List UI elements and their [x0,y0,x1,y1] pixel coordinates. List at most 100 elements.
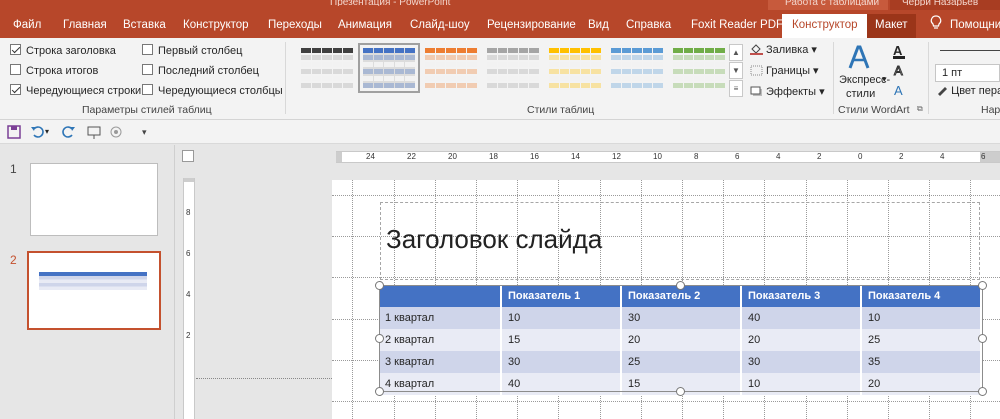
gallery-more-button[interactable]: ≡ [729,80,743,97]
borders-label: Границы [766,65,810,77]
table-style-swatch[interactable] [358,43,420,93]
customize-qat-icon[interactable]: ▾ [142,124,158,140]
table-cell[interactable]: 40 [741,307,862,329]
pen-icon [938,87,947,96]
table-header-cell[interactable]: Показатель 4 [861,285,982,307]
data-table[interactable]: Показатель 1 Показатель 2 Показатель 3 П… [379,285,982,395]
table-header-cell[interactable]: Показатель 3 [741,285,862,307]
tab-review[interactable]: Рецензирование [487,14,576,38]
borders-button[interactable]: Границы ▾ [750,62,819,80]
resize-handle[interactable] [676,281,685,290]
table-cell[interactable]: 20 [741,329,862,351]
resize-handle[interactable] [375,281,384,290]
ruler-tick-label: 16 [530,152,539,161]
ruler-tick-label: 20 [448,152,457,161]
ruler-tick-label: 8 [694,152,699,161]
table-header-cell[interactable]: Показатель 1 [501,285,622,307]
gallery-down-button[interactable]: ▼ [729,62,743,79]
effects-button[interactable]: Эффекты ▾ [750,83,825,101]
vertical-ruler[interactable]: 8 6 4 2 [183,178,195,419]
context-tab-title-fragment: Работа с таблицами [785,0,880,6]
table-cell[interactable]: 1 квартал [379,307,502,329]
text-outline-icon[interactable]: A [894,63,904,79]
table-cell[interactable]: 4 квартал [379,373,502,395]
tab-home[interactable]: Главная [63,14,107,38]
wordart-quick-styles-icon[interactable] [846,44,872,70]
banded-rows-checkbox[interactable]: Чередующиеся строки [10,83,141,99]
slide-number: 2 [10,253,17,267]
first-column-checkbox[interactable]: Первый столбец [142,43,242,59]
tab-insert[interactable]: Вставка [123,14,166,38]
text-fill-icon[interactable]: A [893,43,905,59]
checkbox-unchecked-icon [10,64,21,75]
table-cell[interactable]: 25 [861,329,982,351]
tab-table-design[interactable]: Конструктор [782,14,868,38]
table-cell[interactable]: 20 [621,329,742,351]
resize-handle[interactable] [676,387,685,396]
tab-stop-selector[interactable] [182,150,194,162]
slide-title[interactable]: Заголовок слайда [386,224,602,255]
table-style-swatch[interactable] [301,48,353,88]
tab-transitions[interactable]: Переходы [268,14,322,38]
table-cell[interactable]: 20 [861,373,982,395]
table-header-cell[interactable] [379,285,502,307]
tab-foxit-pdf[interactable]: Foxit Reader PDF [691,14,783,38]
table-cell[interactable]: 30 [621,307,742,329]
resize-handle[interactable] [978,387,987,396]
table-style-swatch[interactable] [487,48,539,88]
table-style-swatch[interactable] [425,48,477,88]
shading-button[interactable]: Заливка ▾ [750,41,817,59]
table-style-swatch[interactable] [673,48,725,88]
slide-thumbnail-1[interactable] [30,163,158,236]
start-from-beginning-icon[interactable] [86,124,102,140]
slide-thumbnail-2[interactable] [27,251,161,330]
table-cell[interactable]: 10 [501,307,622,329]
redo-icon[interactable] [60,124,76,140]
window-title-fragment: Презентация - PowerPoint [330,0,451,6]
table-style-swatch[interactable] [611,48,663,88]
table-cell[interactable]: 3 квартал [379,351,502,373]
banded-columns-checkbox[interactable]: Чередующиеся столбцы [142,83,283,99]
table-cell[interactable]: 10 [861,307,982,329]
text-effects-icon[interactable]: A [894,83,903,98]
last-column-checkbox[interactable]: Последний столбец [142,63,259,79]
tab-table-layout[interactable]: Макет [867,14,916,38]
table-cell[interactable]: 10 [741,373,862,395]
total-row-checkbox[interactable]: Строка итогов [10,63,98,79]
pen-color-button[interactable]: Цвет пера [936,84,1000,97]
resize-handle[interactable] [978,281,987,290]
tab-view[interactable]: Вид [588,14,609,38]
table-cell[interactable]: 2 квартал [379,329,502,351]
tab-slideshow[interactable]: Слайд-шоу [410,14,470,38]
tab-file[interactable]: Файл [13,14,41,38]
tab-design[interactable]: Конструктор [183,14,249,38]
ruler-tick-label: 6 [186,249,191,258]
tab-animations[interactable]: Анимация [338,14,392,38]
ruler-tick-label: 8 [186,208,191,217]
lightbulb-icon[interactable] [930,15,942,31]
header-row-checkbox[interactable]: Строка заголовка [10,43,116,59]
save-icon[interactable] [6,124,22,140]
table-cell[interactable]: 40 [501,373,622,395]
last-column-label: Последний столбец [158,65,259,77]
undo-icon[interactable] [30,124,46,140]
table-cell[interactable]: 30 [501,351,622,373]
table-cell[interactable]: 30 [741,351,862,373]
resize-handle[interactable] [375,334,384,343]
dialog-launcher-icon[interactable]: ⧉ [917,104,923,114]
tab-help[interactable]: Справка [626,14,671,38]
tab-tell-me[interactable]: Помощни [950,14,1000,38]
table-cell[interactable]: 35 [861,351,982,373]
resize-handle[interactable] [375,387,384,396]
chevron-down-icon[interactable]: ▾ [45,124,61,140]
horizontal-ruler[interactable]: 24 22 20 18 16 14 12 10 8 6 4 2 0 2 4 6 [336,151,1000,163]
pen-style-line[interactable] [940,50,1000,51]
resize-handle[interactable] [978,334,987,343]
table-cell[interactable]: 15 [501,329,622,351]
pen-weight-dropdown[interactable]: 1 пт [935,64,1000,82]
touch-mode-icon[interactable] [108,124,124,140]
paint-bucket-icon [750,44,763,55]
table-cell[interactable]: 25 [621,351,742,373]
table-style-swatch[interactable] [549,48,601,88]
gallery-up-button[interactable]: ▲ [729,44,743,61]
